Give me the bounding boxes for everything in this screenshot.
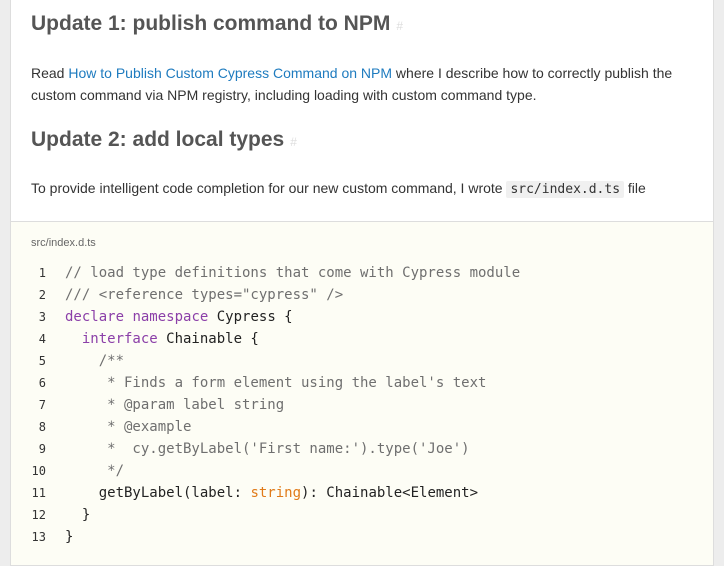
code-token: * @example: [65, 419, 192, 435]
line-source: // load type definitions that come with …: [46, 265, 520, 281]
line-source: */: [46, 463, 124, 479]
code-line: 8 * @example: [11, 416, 713, 438]
code-line: 11 getByLabel(label: string): Chainable<…: [11, 482, 713, 504]
code-token: interface: [81, 331, 158, 347]
section-heading-update-2: Update 2: add local types #: [31, 128, 297, 151]
code-line: 3 declare namespace Cypress {: [11, 306, 713, 328]
code-filename: src/index.d.ts: [31, 237, 96, 249]
line-source: getByLabel(label: string): Chainable<Ele…: [46, 485, 478, 501]
paragraph-update-1: Read How to Publish Custom Cypress Comma…: [31, 62, 703, 106]
paragraph-update-2: To provide intelligent code completion f…: [31, 177, 703, 201]
line-number: 7: [38, 398, 46, 412]
code-token: ): Chainable<Element>: [301, 485, 479, 501]
code-token: * cy.getByLabel('First name:').type('Joe…: [65, 441, 470, 457]
line-source: /// <reference types="cypress" />: [46, 287, 343, 303]
code-token: */: [65, 463, 125, 479]
line-number: 4: [38, 332, 46, 346]
line-source: * @param label string: [46, 397, 284, 413]
line-number: 3: [38, 310, 46, 324]
code-token: declare: [65, 309, 125, 325]
article-page: Update 1: publish command to NPM # Read H…: [10, 0, 714, 566]
code-token: }: [65, 529, 74, 545]
paragraph-text: To provide intelligent code completion f…: [31, 180, 507, 196]
line-number: 1: [38, 266, 46, 280]
code-line: 13}: [11, 526, 713, 548]
line-number: 9: [38, 442, 46, 456]
line-number: 10: [31, 464, 46, 478]
line-source: interface Chainable {: [46, 331, 259, 347]
code-token: namespace: [132, 309, 209, 325]
line-source: * @example: [46, 419, 191, 435]
code-line: 12 }: [11, 504, 713, 526]
inline-code-filename: src/index.d.ts: [506, 181, 625, 198]
code-token: * Finds a form element using the label's…: [65, 375, 487, 391]
code-block: src/index.d.ts 1 // load type definitions…: [11, 221, 713, 566]
code-token: Chainable {: [157, 331, 259, 347]
line-source: }: [46, 507, 90, 523]
section-heading-update-1: Update 1: publish command to NPM #: [31, 12, 404, 35]
code-line: 10 */: [11, 460, 713, 482]
heading-anchor-link[interactable]: #: [396, 19, 403, 33]
code-token: /**: [65, 353, 125, 369]
code-token: }: [65, 507, 91, 523]
code-token: /// <reference types="cypress" />: [65, 287, 344, 303]
code-lines: 1 // load type definitions that come with…: [11, 262, 713, 548]
code-token: getByLabel(label:: [65, 485, 251, 501]
code-token: string: [250, 485, 302, 501]
line-source: /**: [46, 353, 124, 369]
code-line: 2 /// <reference types="cypress" />: [11, 284, 713, 306]
code-token: * @param label string: [65, 397, 285, 413]
line-source: * cy.getByLabel('First name:').type('Joe…: [46, 441, 470, 457]
code-line: 7 * @param label string: [11, 394, 713, 416]
code-line: 1 // load type definitions that come with…: [11, 262, 713, 284]
paragraph-text: Read: [31, 65, 69, 81]
line-number: 12: [31, 508, 46, 522]
publish-guide-link[interactable]: How to Publish Custom Cypress Command on…: [68, 65, 392, 81]
line-number: 5: [38, 354, 46, 368]
line-number: 2: [38, 288, 46, 302]
line-number: 13: [31, 530, 46, 544]
line-number: 6: [38, 376, 46, 390]
code-line: 5 /**: [11, 350, 713, 372]
code-line: 9 * cy.getByLabel('First name:').type('J…: [11, 438, 713, 460]
line-source: * Finds a form element using the label's…: [46, 375, 486, 391]
heading-anchor-link[interactable]: #: [290, 135, 297, 149]
line-source: declare namespace Cypress {: [46, 309, 293, 325]
code-token: // load type definitions that come with …: [65, 265, 521, 281]
code-token: Cypress {: [208, 309, 293, 325]
paragraph-text: file: [624, 180, 646, 196]
line-number: 8: [38, 420, 46, 434]
code-line: 4 interface Chainable {: [11, 328, 713, 350]
line-number: 11: [31, 486, 46, 500]
line-source: }: [46, 529, 73, 545]
code-line: 6 * Finds a form element using the label…: [11, 372, 713, 394]
